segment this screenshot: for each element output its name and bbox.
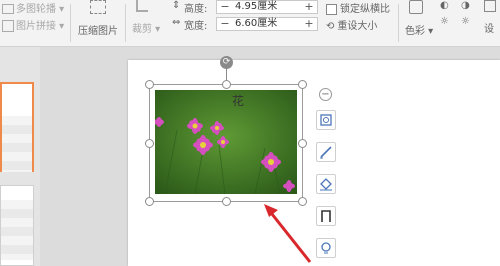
height-icon: ⇕ (172, 0, 181, 11)
height-decrement-button[interactable]: − (218, 1, 232, 13)
contrast-icon[interactable]: ◐ (440, 0, 449, 11)
grid-icon (2, 20, 14, 32)
fill-tool[interactable] (316, 174, 336, 194)
slide-thumbnail-active[interactable] (0, 82, 34, 172)
resize-handle-top-right[interactable] (298, 80, 307, 89)
height-spinner[interactable]: − 4.95厘米 + (216, 0, 318, 14)
settings-icon (484, 0, 496, 12)
ribbon-divider (125, 4, 126, 42)
width-label: 宽度: (184, 21, 208, 32)
color-button[interactable]: 色彩 ▾ (405, 0, 433, 37)
reset-icon: ⟲ (326, 21, 335, 32)
resize-handle-left[interactable] (145, 139, 154, 148)
height-increment-button[interactable]: + (302, 1, 316, 13)
picture-tools-ribbon: 多图轮播 ▾ 图片拼接 ▾ 压缩图片 裁剪 ▾ ⇕ 高度: − 4.95厘米 +… (0, 0, 500, 47)
multi-image-carousel-button[interactable]: 多图轮播 ▾ (2, 0, 64, 15)
image-effect-tool[interactable] (316, 110, 336, 130)
height-label: 高度: (184, 4, 208, 15)
chevron-down-icon: ▾ (56, 4, 65, 15)
resize-handle-bottom-left[interactable] (145, 197, 154, 206)
annotation-arrow (264, 204, 312, 263)
increase-brightness-icon[interactable]: ☼ (440, 16, 449, 27)
height-input[interactable]: 4.95厘米 (235, 1, 277, 13)
crop-button[interactable]: 裁剪 ▾ (132, 0, 160, 35)
resize-handle-right[interactable] (298, 139, 307, 148)
settings-button[interactable]: 设 (484, 0, 496, 35)
chevron-down-icon: ▾ (56, 21, 65, 32)
width-increment-button[interactable]: + (302, 18, 316, 30)
rotate-handle[interactable]: ⟳ (220, 56, 233, 69)
reset-size-button[interactable]: ⟲ 重设大小 (326, 17, 377, 32)
brightness-icon[interactable]: ◑ (461, 0, 470, 11)
compress-image-button[interactable]: 压缩图片 (78, 0, 118, 37)
pen-icon (320, 146, 332, 159)
width-spinner[interactable]: − 6.60厘米 + (216, 17, 318, 31)
color-palette-icon (409, 0, 423, 14)
resize-handle-bottom[interactable] (222, 197, 231, 206)
lock-aspect-ratio-checkbox[interactable]: 锁定纵横比 (326, 0, 390, 15)
resize-handle-top[interactable] (222, 80, 231, 89)
decrease-brightness-icon[interactable]: ☼ (461, 16, 470, 27)
ribbon-divider (398, 4, 399, 42)
width-input[interactable]: 6.60厘米 (235, 18, 277, 30)
compress-icon (90, 0, 106, 14)
ribbon-divider (70, 4, 71, 42)
image-stitch-button[interactable]: 图片拼接 ▾ (2, 17, 64, 32)
carousel-icon (2, 4, 14, 14)
slide-thumbnail-panel (0, 47, 40, 266)
chevron-down-icon: ▾ (152, 24, 161, 35)
thumbnail-content (2, 116, 32, 172)
image-effect-icon (320, 114, 332, 126)
resize-handle-top-left[interactable] (145, 80, 154, 89)
width-icon: ⇔ (172, 17, 181, 28)
pen-tool[interactable] (316, 142, 336, 162)
slide-thumbnail[interactable] (0, 185, 34, 266)
paint-bucket-icon (320, 178, 332, 191)
checkbox-icon (326, 3, 337, 15)
collapse-toolbar-button[interactable]: − (319, 88, 332, 101)
crop-icon (136, 0, 148, 12)
chevron-down-icon: ▾ (425, 26, 434, 37)
selection-frame (149, 84, 303, 202)
thumbnail-content (1, 200, 33, 260)
width-decrement-button[interactable]: − (218, 18, 232, 30)
